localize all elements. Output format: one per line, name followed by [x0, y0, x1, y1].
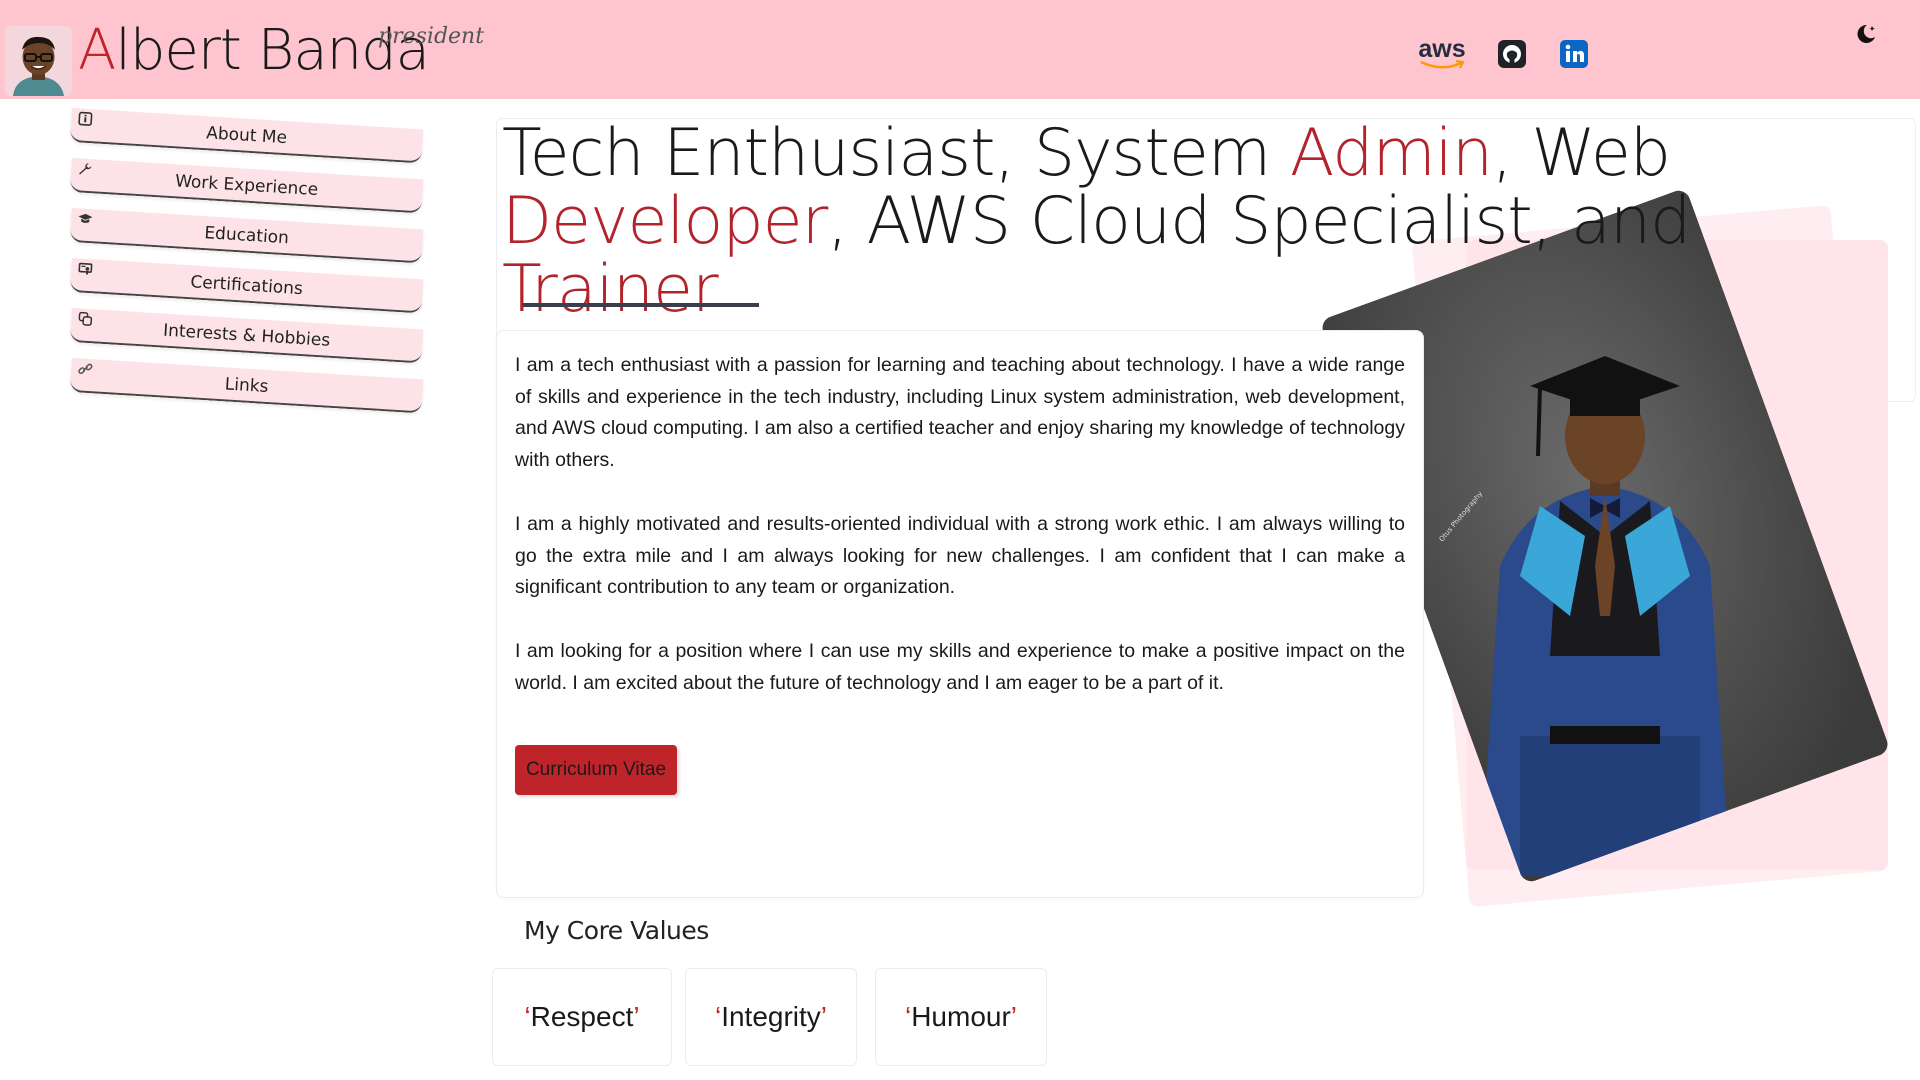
sidebar-item-label: About Me — [205, 123, 288, 149]
aws-link[interactable]: aws — [1416, 34, 1468, 74]
sidebar-item-label: Education — [203, 223, 290, 249]
site-header: Albert Banda president aws — [0, 0, 1920, 99]
about-paragraph: I am a highly motivated and results-orie… — [515, 512, 1405, 599]
sidebar-item-label: Work Experience — [174, 171, 319, 201]
headline-highlight: Developer — [502, 184, 828, 259]
headline-part: , Web — [1492, 116, 1671, 191]
core-value-label: Integrity — [721, 1001, 821, 1032]
core-value-card: ‘Respect’ — [492, 968, 672, 1066]
about-paragraph: I am a tech enthusiast with a passion fo… — [515, 354, 1405, 472]
core-values-title: My Core Values — [524, 916, 709, 945]
about-paragraph: I am looking for a position where I can … — [515, 639, 1405, 694]
headline-highlight: Admin — [1289, 116, 1493, 191]
site-title-initial: A — [78, 18, 116, 83]
headline-part: , AWS Cloud Specialist, and — [827, 184, 1691, 259]
linkedin-icon — [1560, 40, 1588, 68]
moon-icon — [1857, 24, 1875, 43]
sidebar-item-label: Interests & Hobbies — [162, 320, 331, 351]
headline-highlight: Trainer — [502, 252, 719, 327]
headline-part: Tech Enthusiast, System — [502, 116, 1290, 191]
curriculum-vitae-button[interactable]: Curriculum Vitae — [515, 745, 677, 795]
core-value-card: ‘Humour’ — [875, 968, 1047, 1066]
about-text: I am a tech enthusiast with a passion fo… — [515, 350, 1405, 731]
core-value-label: Respect — [530, 1001, 634, 1032]
sidebar-item-label: Links — [224, 374, 270, 398]
headline-divider — [523, 303, 759, 307]
core-value-card: ‘Integrity’ — [685, 968, 857, 1066]
aws-label: aws — [1418, 35, 1466, 63]
aws-icon: aws — [1418, 35, 1466, 70]
github-icon — [1498, 40, 1526, 68]
avatar — [5, 26, 72, 96]
sidebar-item-links[interactable]: Links — [69, 358, 424, 414]
sidebar-item-education[interactable]: Education — [69, 208, 424, 264]
sidebar-item-work-experience[interactable]: Work Experience — [69, 158, 424, 214]
site-title: Albert Banda — [78, 16, 430, 86]
sidebar-item-interests-hobbies[interactable]: Interests & Hobbies — [69, 308, 424, 364]
role-label: president — [378, 24, 485, 49]
github-link[interactable] — [1496, 34, 1528, 74]
sidebar-item-certifications[interactable]: Certifications — [69, 258, 424, 314]
linkedin-link[interactable] — [1558, 34, 1590, 74]
sidebar-item-about-me[interactable]: About Me — [69, 108, 424, 164]
sidebar-item-label: Certifications — [189, 272, 304, 300]
page-headline: Tech Enthusiast, System Admin, Web Devel… — [502, 120, 1912, 324]
core-value-label: Humour — [911, 1001, 1011, 1032]
theme-toggle-button[interactable] — [1852, 20, 1880, 48]
